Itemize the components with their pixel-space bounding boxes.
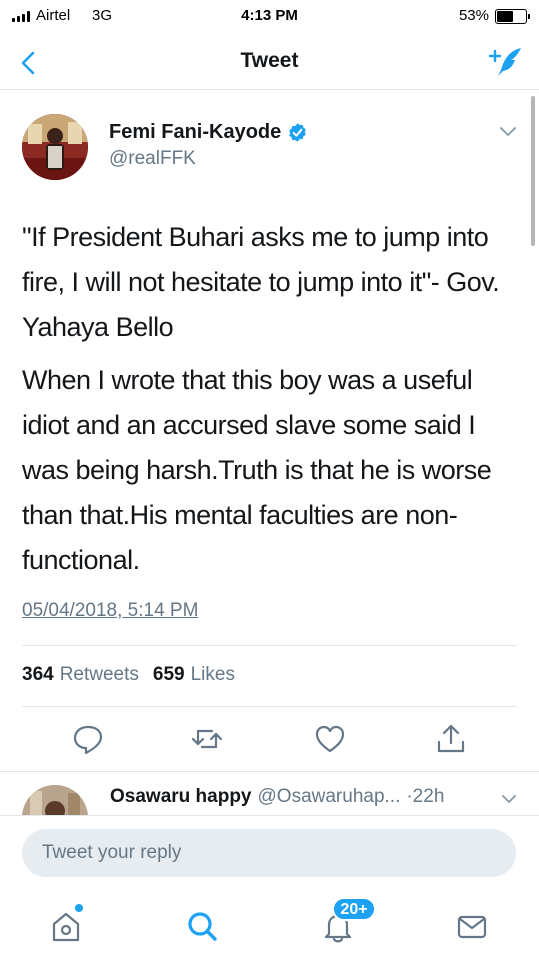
chevron-down-icon[interactable] (499, 125, 517, 139)
status-bar: Airtel 3G 4:13 PM 53% (0, 0, 539, 34)
divider (22, 706, 517, 707)
home-icon[interactable] (48, 908, 84, 944)
author-handle[interactable]: @realFFK (109, 148, 196, 170)
tweet-actions (0, 722, 539, 758)
battery-icon (495, 9, 530, 24)
share-icon[interactable] (434, 722, 468, 756)
reply-time: ·22h (406, 786, 445, 807)
reply-composer (0, 815, 539, 890)
verified-badge-icon (289, 123, 306, 142)
chevron-down-icon[interactable] (501, 793, 517, 805)
tweet-timestamp[interactable]: 05/04/2018, 5:14 PM (22, 600, 198, 622)
compose-feather-icon[interactable] (487, 44, 525, 80)
tweet-stats: 364 Retweets 659 Likes (22, 664, 243, 686)
avatar[interactable] (22, 114, 88, 180)
notifications-badge: 20+ (332, 897, 376, 921)
likes-number: 659 (152, 664, 185, 685)
tweet-paragraph: "If President Buhari asks me to jump int… (22, 222, 500, 342)
divider (22, 645, 517, 646)
retweets-label: Retweets (59, 664, 139, 685)
divider (0, 771, 539, 772)
tab-bar (0, 890, 539, 960)
retweets-count[interactable]: 364 Retweets (22, 664, 139, 686)
reply-author-name: Osawaru happy (110, 786, 252, 807)
author-name-text: Femi Fani-Kayode (109, 121, 282, 143)
reply-author-handle: @Osawaruhap... (257, 786, 401, 807)
retweet-icon[interactable] (190, 722, 224, 756)
search-icon[interactable] (184, 908, 220, 944)
tweet-text: "If President Buhari asks me to jump int… (22, 215, 512, 583)
author-name[interactable]: Femi Fani-Kayode (109, 121, 308, 144)
home-unread-dot (75, 904, 83, 912)
avatar-image (22, 114, 88, 180)
battery-percent: 53% (458, 7, 489, 24)
reply-input[interactable] (22, 829, 516, 877)
tweet-paragraph: When I wrote that this boy was a useful … (22, 365, 492, 575)
likes-count[interactable]: 659 Likes (153, 664, 235, 686)
retweets-number: 364 (22, 664, 54, 685)
reply-icon[interactable] (71, 722, 105, 756)
page-title: Tweet (240, 49, 299, 72)
battery-fill (497, 11, 513, 22)
like-icon[interactable] (313, 722, 347, 756)
nav-bar: Tweet (0, 34, 539, 90)
likes-label: Likes (190, 664, 235, 685)
messages-icon[interactable] (454, 908, 490, 944)
scrollbar[interactable] (531, 96, 535, 246)
reply-header[interactable]: Osawaru happy @Osawaruhap... ·22h (110, 786, 444, 808)
